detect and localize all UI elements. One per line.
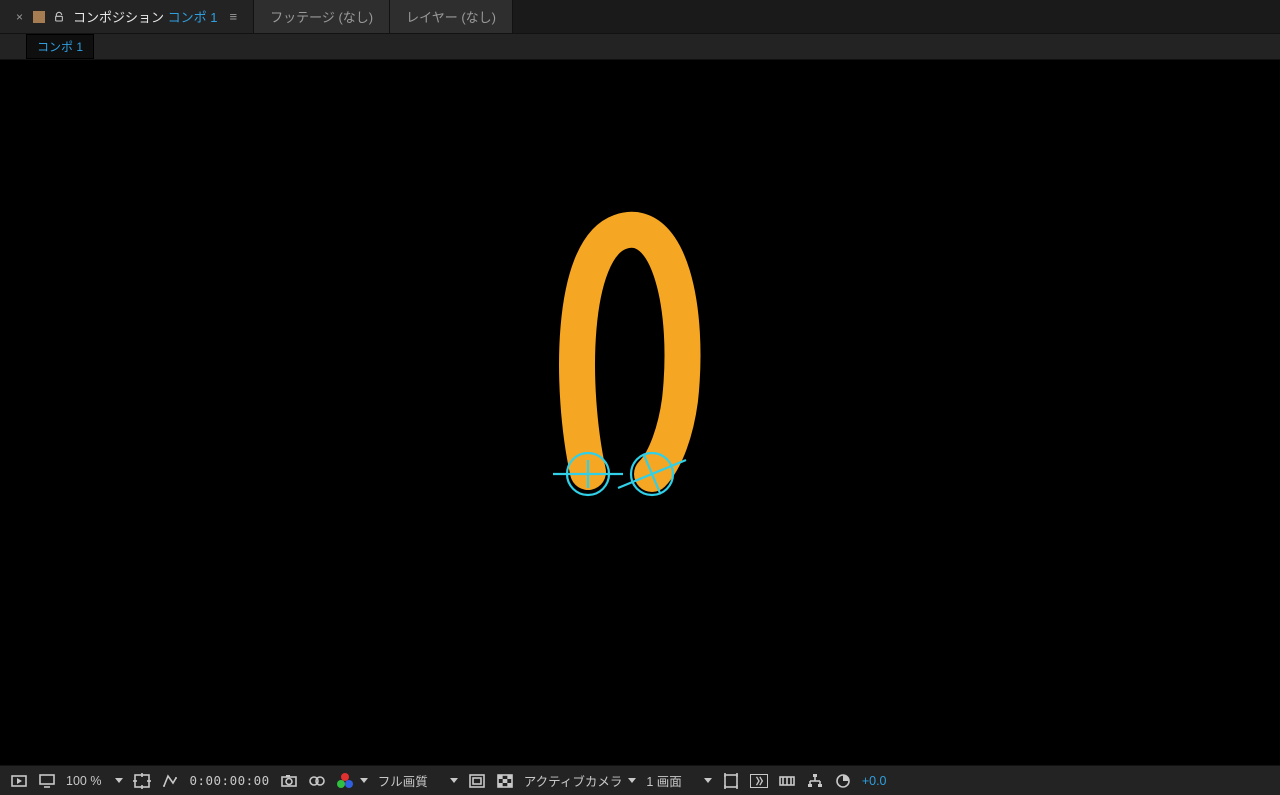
resolution-dropdown[interactable]: フル画質 xyxy=(378,771,458,790)
camera-dropdown[interactable]: アクティブカメラ xyxy=(524,771,637,790)
comp-color-swatch xyxy=(33,11,45,23)
chevron-down-icon xyxy=(115,778,123,783)
camera-value: アクティブカメラ xyxy=(524,771,623,790)
chevron-down-icon xyxy=(628,778,636,783)
exposure-value[interactable]: +0.0 xyxy=(862,774,887,788)
mask-visibility-icon[interactable] xyxy=(161,772,179,790)
tab-composition[interactable]: × コンポジション コンポ 1 ≡ xyxy=(0,0,254,33)
show-snapshot-icon[interactable] xyxy=(308,772,326,790)
comp-flowchart-row: コンポ 1 xyxy=(0,34,1280,60)
flowchart-icon[interactable] xyxy=(806,772,824,790)
tab-layer[interactable]: レイヤー (なし) xyxy=(390,0,513,33)
zoom-dropdown[interactable]: 100 % xyxy=(66,774,123,788)
pixel-aspect-icon[interactable] xyxy=(722,772,740,790)
chevron-down-icon xyxy=(704,778,712,783)
safe-zones-icon[interactable] xyxy=(133,772,151,790)
tab-footage-label: フッテージ (なし) xyxy=(270,7,373,26)
channel-icon[interactable] xyxy=(336,772,368,790)
lock-icon[interactable] xyxy=(53,11,65,23)
timeline-icon[interactable] xyxy=(778,772,796,790)
tab-layer-label: レイヤー (なし) xyxy=(406,7,496,26)
panel-menu-icon[interactable]: ≡ xyxy=(230,9,238,24)
composition-viewport[interactable] xyxy=(0,60,1280,765)
tab-footage[interactable]: フッテージ (なし) xyxy=(254,0,390,33)
always-preview-icon[interactable] xyxy=(10,772,28,790)
shape-path[interactable] xyxy=(577,230,682,474)
views-dropdown[interactable]: 1 画面 xyxy=(646,771,711,790)
chevron-down-icon xyxy=(450,778,458,783)
zoom-value: 100 % xyxy=(66,774,101,788)
monitor-icon[interactable] xyxy=(38,772,56,790)
region-of-interest-icon[interactable] xyxy=(468,772,486,790)
close-icon[interactable]: × xyxy=(16,11,23,23)
tab-composition-label: コンポジション コンポ 1 xyxy=(73,7,217,26)
chevron-down-icon xyxy=(360,778,368,783)
snapshot-icon[interactable] xyxy=(280,772,298,790)
transparency-grid-icon[interactable] xyxy=(496,772,514,790)
fast-previews-icon[interactable] xyxy=(750,774,768,788)
views-value: 1 画面 xyxy=(646,771,681,790)
panel-tabs: × コンポジション コンポ 1 ≡ フッテージ (なし) レイヤー (なし) xyxy=(0,0,1280,34)
viewer-bottom-toolbar: 100 % 0:00:00:00 フル画質 xyxy=(0,765,1280,795)
breadcrumb-comp[interactable]: コンポ 1 xyxy=(26,34,94,59)
current-time[interactable]: 0:00:00:00 xyxy=(189,773,269,788)
reset-exposure-icon[interactable] xyxy=(834,772,852,790)
resolution-value: フル画質 xyxy=(378,771,428,790)
canvas[interactable] xyxy=(0,60,1280,765)
